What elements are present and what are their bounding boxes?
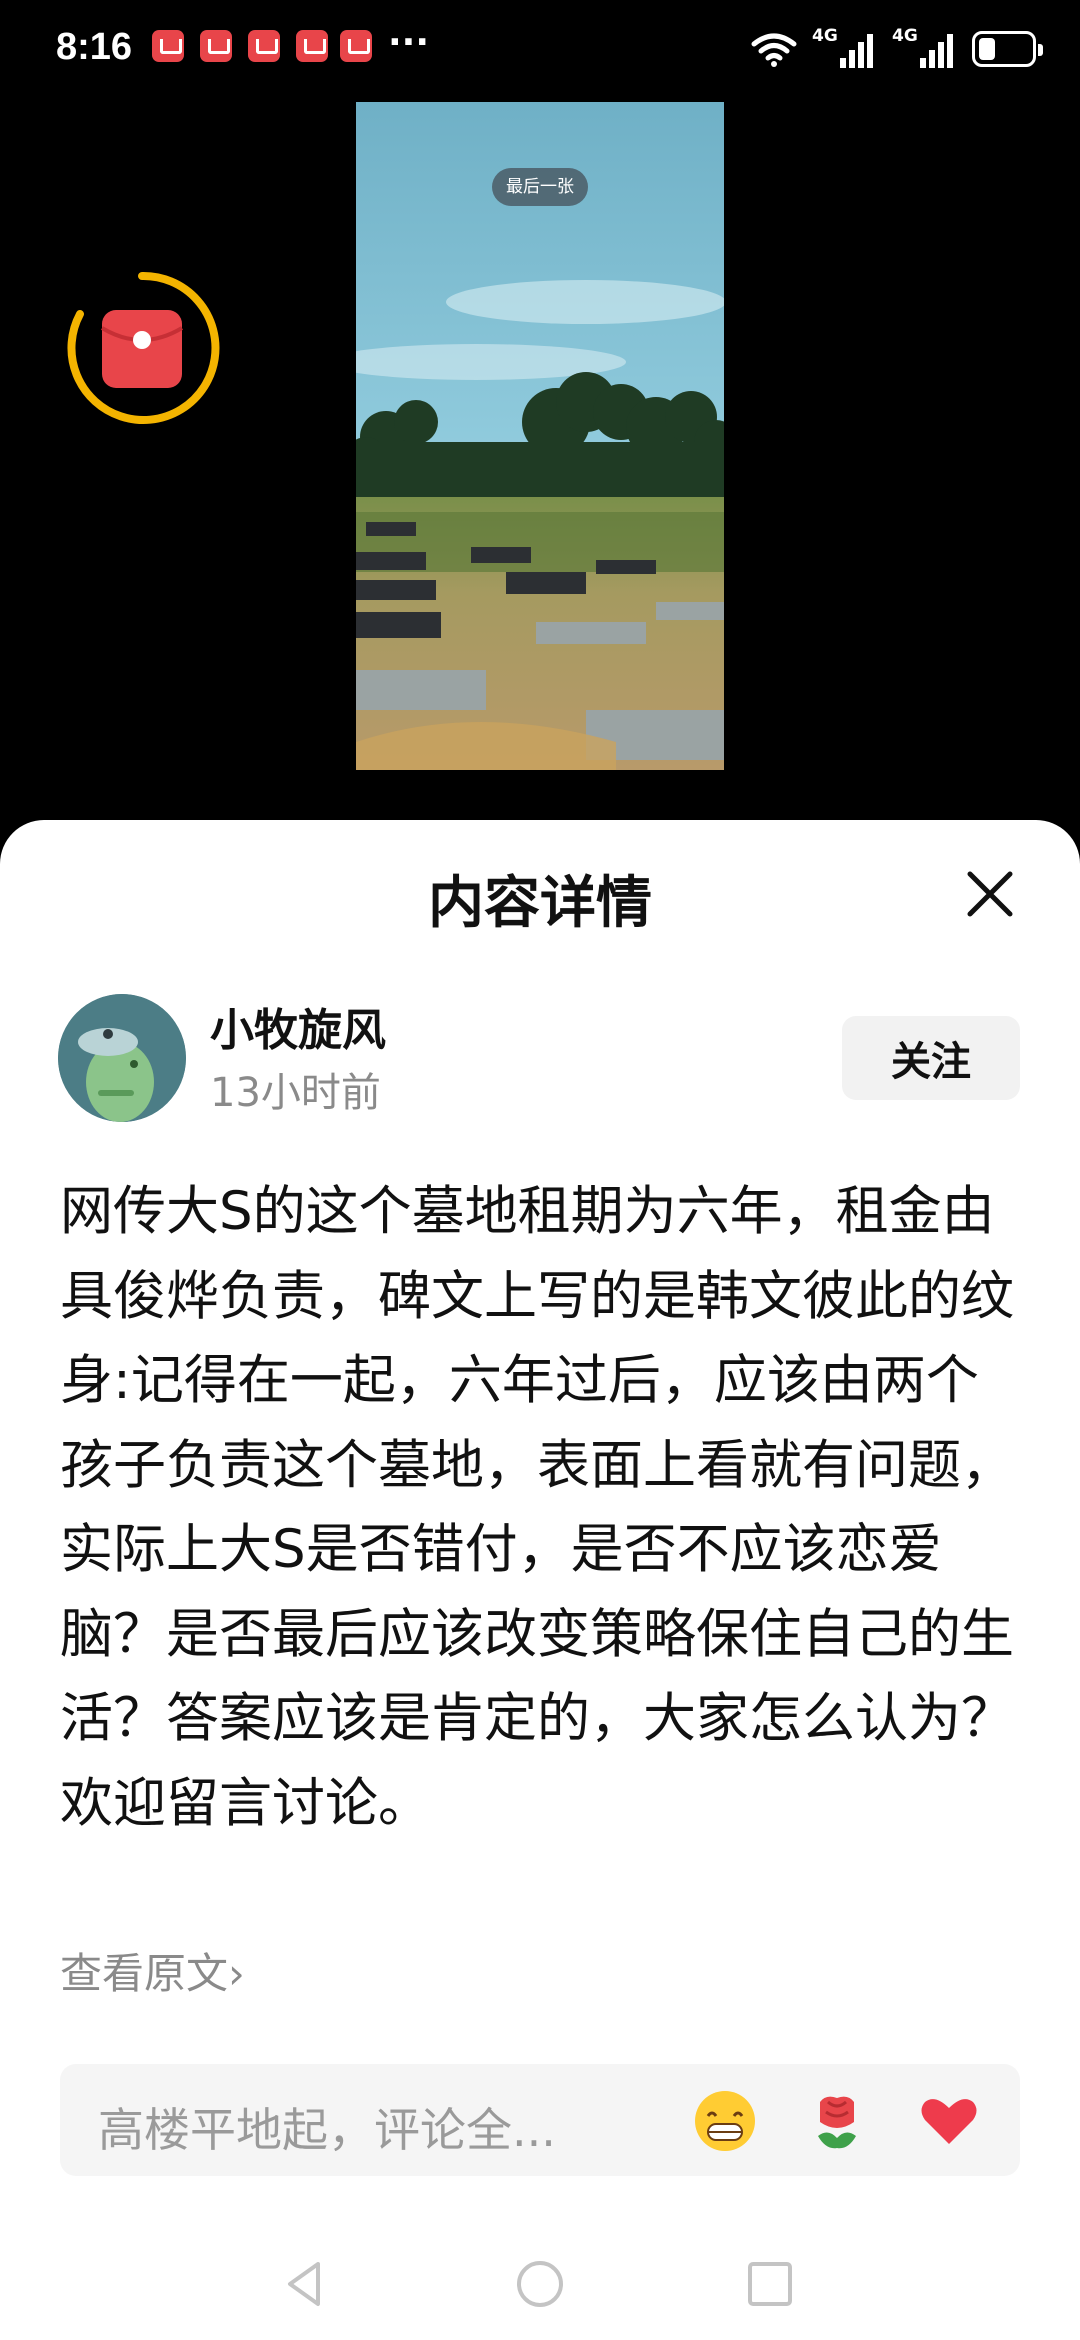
post-time: 13小时前	[210, 1070, 381, 1116]
status-time: 8:16	[56, 26, 133, 68]
status-bar: 8:16 ··· 4G 4G	[0, 0, 1080, 100]
view-original-link[interactable]: 查看原文›	[60, 1940, 245, 2001]
sheet-title: 内容详情	[428, 871, 652, 936]
comment-input[interactable]: 高楼平地起，评论全...	[60, 2064, 1020, 2176]
system-navigation-bar	[0, 2228, 1080, 2340]
signal-4g-icon: 4G	[892, 26, 958, 72]
avatar[interactable]	[58, 994, 186, 1122]
grin-emoji-icon[interactable]	[692, 2088, 758, 2154]
last-image-badge: 最后一张	[492, 168, 588, 206]
heart-emoji-icon[interactable]	[916, 2088, 982, 2154]
recents-icon[interactable]	[742, 2256, 798, 2312]
close-icon[interactable]	[960, 864, 1020, 924]
wifi-icon	[751, 33, 797, 67]
red-notification-icon	[340, 30, 372, 62]
post-image[interactable]: 最后一张	[356, 102, 724, 770]
red-notification-icon	[296, 30, 328, 62]
rose-emoji-icon[interactable]	[804, 2088, 870, 2154]
red-notification-icon	[152, 30, 184, 62]
author-name[interactable]: 小牧旋风	[210, 994, 386, 1058]
follow-button[interactable]: 关注	[842, 1016, 1020, 1100]
red-notification-icon	[200, 30, 232, 62]
signal-4g-icon: 4G	[812, 26, 878, 72]
content-detail-sheet: 内容详情 小牧旋风 13小时前 关注 网传大S的这个墓地租期为六年，租金由具俊烨…	[0, 820, 1080, 2340]
post-text: 网传大S的这个墓地租期为六年，租金由具俊烨负责，碑文上写的是韩文彼此的纹身:记得…	[60, 1181, 1014, 1834]
battery-icon	[972, 31, 1043, 67]
red-packet-icon[interactable]	[64, 270, 220, 426]
home-icon[interactable]	[512, 2256, 568, 2312]
red-notification-icon	[248, 30, 280, 62]
comment-placeholder: 高楼平地起，评论全...	[98, 2103, 556, 2157]
more-notifications-icon: ···	[388, 22, 430, 63]
back-icon[interactable]	[278, 2256, 334, 2312]
